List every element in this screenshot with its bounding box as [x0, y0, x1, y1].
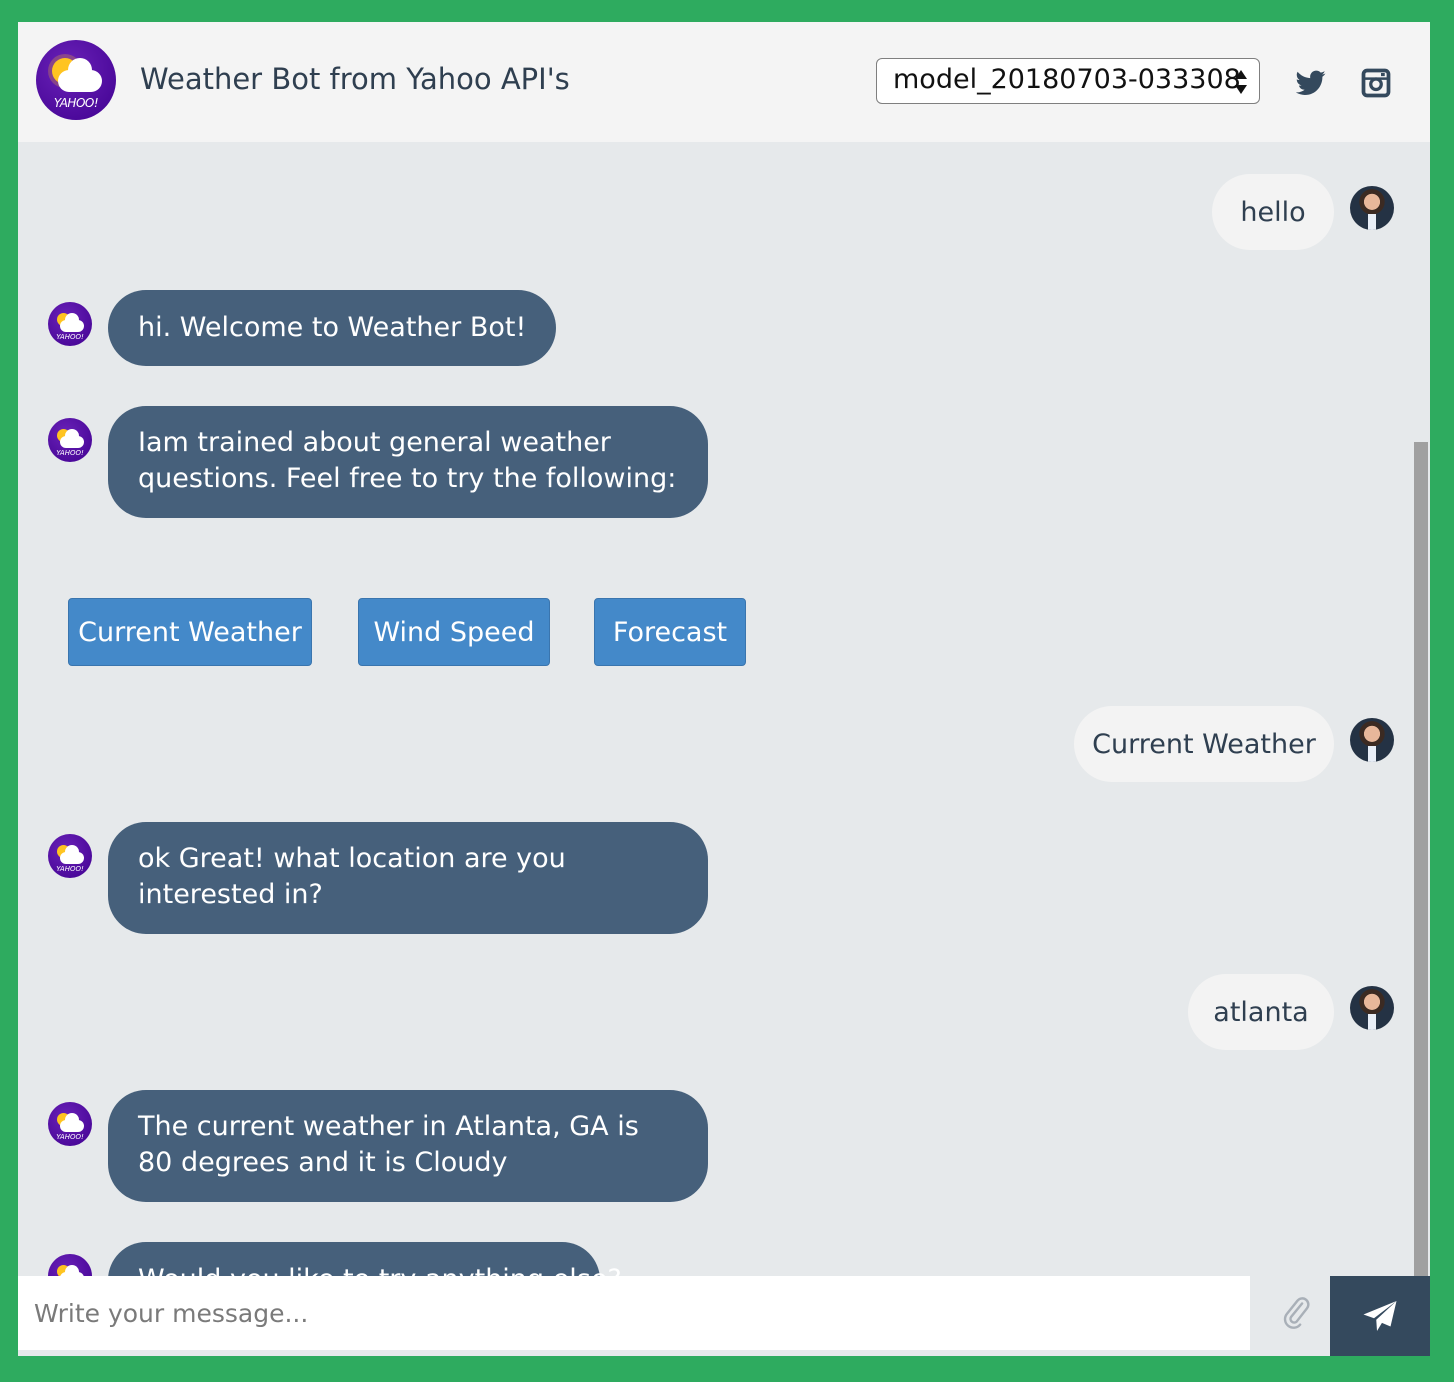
user-avatar — [1350, 186, 1394, 230]
user-message-text: hello — [1240, 196, 1306, 228]
bot-message: hi. Welcome to Weather Bot! — [108, 290, 557, 366]
user-message-text: atlanta — [1213, 996, 1309, 1028]
user-message-text: Current Weather — [1092, 728, 1316, 760]
bot-avatar-text: YAHOO! — [56, 449, 84, 457]
message-input[interactable] — [18, 1276, 1250, 1350]
bot-message: Iam trained about general weather questi… — [108, 406, 708, 518]
bot-avatar: YAHOO! — [48, 834, 92, 878]
logo-text: YAHOO! — [53, 96, 99, 110]
page-title: Weather Bot from Yahoo API's — [140, 62, 570, 96]
send-icon — [1363, 1301, 1397, 1331]
bot-avatar: YAHOO! — [48, 1254, 92, 1276]
yahoo-weather-logo: YAHOO! — [36, 40, 116, 120]
bot-avatar: YAHOO! — [48, 418, 92, 462]
send-button[interactable] — [1330, 1276, 1430, 1356]
user-avatar — [1350, 718, 1394, 762]
header: YAHOO! Weather Bot from Yahoo API's mode… — [18, 22, 1430, 142]
paperclip-icon[interactable] — [1278, 1292, 1314, 1332]
bot-avatar-text: YAHOO! — [56, 333, 84, 341]
user-message: hello — [1212, 174, 1334, 250]
cloud-icon — [60, 429, 84, 448]
instagram-icon[interactable] — [1359, 66, 1393, 100]
model-select-value: model_20180703-033308 — [893, 64, 1241, 95]
user-message: atlanta — [1188, 974, 1334, 1050]
user-message: Current Weather — [1074, 706, 1334, 782]
bot-message: ok Great! what location are you interest… — [108, 822, 708, 934]
suggestion-current-weather-button[interactable]: Current Weather — [68, 598, 312, 666]
scrollbar-thumb[interactable] — [1414, 442, 1428, 1276]
suggestion-forecast-button[interactable]: Forecast — [594, 598, 746, 666]
cloud-icon — [58, 58, 102, 92]
bot-avatar: YAHOO! — [48, 1102, 92, 1146]
bot-message: The current weather in Atlanta, GA is 80… — [108, 1090, 708, 1202]
cloud-icon — [60, 1113, 84, 1132]
bot-message: Would you like to try anything else? — [108, 1242, 622, 1276]
message-list[interactable]: hello YAHOO! hi. Welcome to Weather Bot!… — [18, 142, 1430, 1276]
model-select[interactable]: model_20180703-033308 — [876, 58, 1260, 104]
composer — [18, 1276, 1430, 1356]
bot-avatar-text: YAHOO! — [56, 865, 84, 873]
suggestion-wind-speed-button[interactable]: Wind Speed — [358, 598, 550, 666]
twitter-icon[interactable] — [1294, 66, 1328, 100]
chat-window: YAHOO! Weather Bot from Yahoo API's mode… — [18, 22, 1430, 1356]
user-avatar — [1350, 986, 1394, 1030]
cloud-icon — [60, 313, 84, 332]
select-arrows-icon — [1235, 70, 1247, 94]
bot-avatar: YAHOO! — [48, 302, 92, 346]
cloud-icon — [60, 845, 84, 864]
bot-avatar-text: YAHOO! — [56, 1133, 84, 1141]
